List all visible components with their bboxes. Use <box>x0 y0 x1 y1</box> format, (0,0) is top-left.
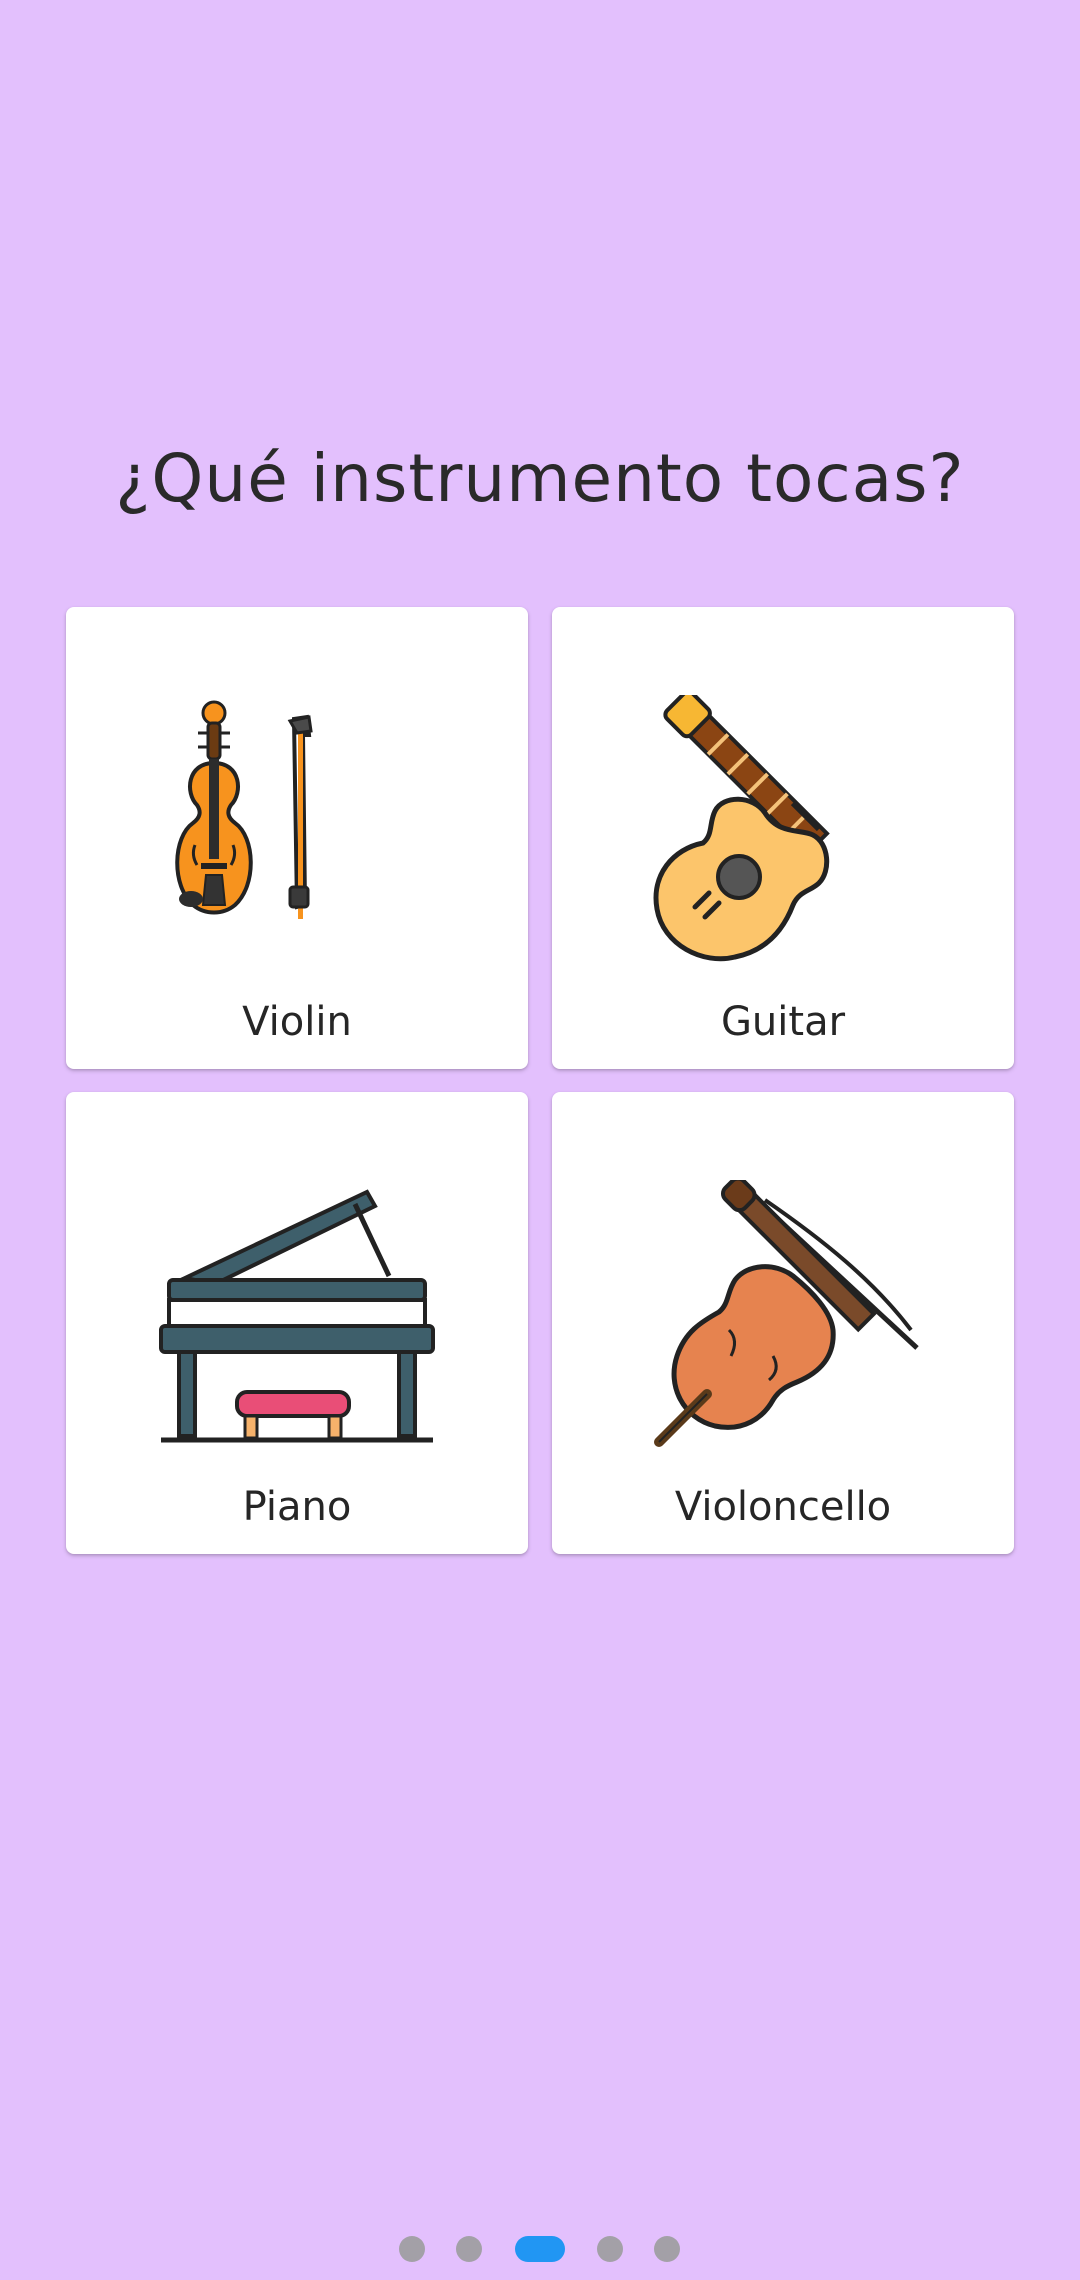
option-card-violoncello[interactable]: Violoncello <box>552 1092 1014 1554</box>
option-label-violin: Violin <box>242 999 352 1045</box>
page-dot-2[interactable] <box>456 2236 482 2262</box>
violin-icon <box>175 700 313 919</box>
piano-icon <box>159 1189 435 1443</box>
guitar-icon <box>653 695 830 962</box>
page-dot-1[interactable] <box>399 2236 425 2262</box>
page-dot-3-active[interactable] <box>515 2236 565 2262</box>
page-dot-4[interactable] <box>597 2236 623 2262</box>
page-title: ¿Qué instrumento tocas? <box>115 440 965 517</box>
option-label-piano: Piano <box>242 1484 352 1530</box>
option-label-guitar: Guitar <box>720 999 846 1045</box>
page-indicator <box>0 2236 1080 2264</box>
option-card-piano[interactable]: Piano <box>66 1092 528 1554</box>
cello-icon <box>654 1180 919 1447</box>
option-card-guitar[interactable]: Guitar <box>552 607 1014 1069</box>
option-card-violin[interactable]: Violin <box>66 607 528 1069</box>
option-label-violoncello: Violoncello <box>674 1484 892 1530</box>
page-dot-5[interactable] <box>654 2236 680 2262</box>
